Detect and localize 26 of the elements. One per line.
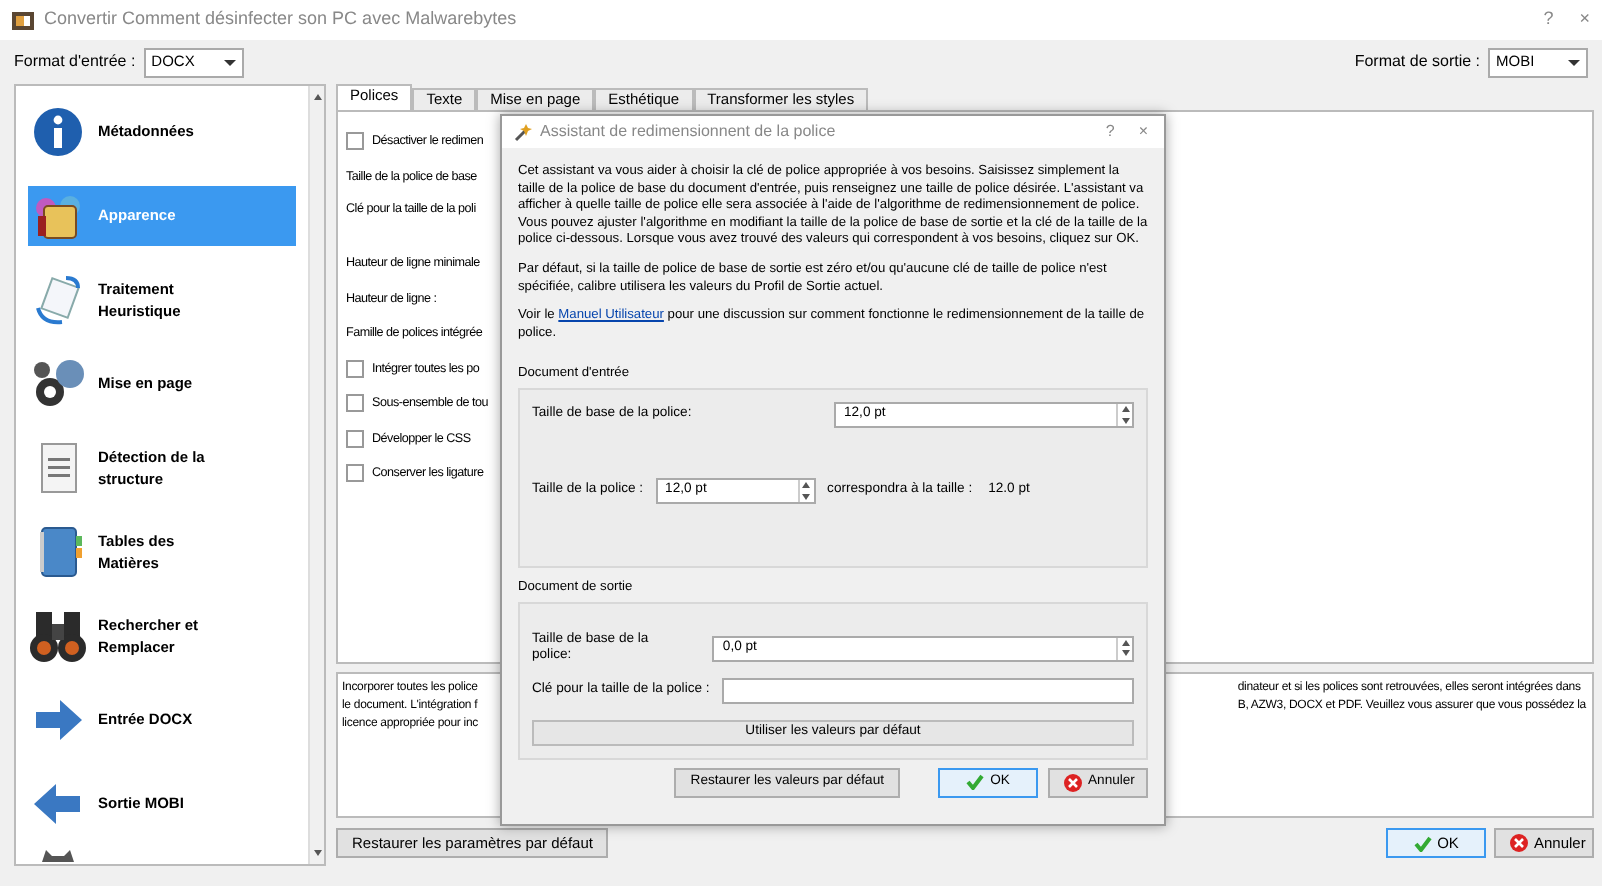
- cancel-icon: [1510, 834, 1528, 852]
- checkbox[interactable]: [346, 359, 364, 378]
- check-icon: [1413, 835, 1432, 851]
- rotate-pages-icon: [30, 272, 86, 328]
- binoculars-icon: [30, 608, 86, 664]
- checkbox[interactable]: [346, 464, 364, 483]
- caret-icon: [223, 59, 236, 65]
- caret-icon: [1568, 59, 1580, 65]
- help-button[interactable]: ?: [1105, 120, 1115, 144]
- scrollbar[interactable]: [308, 86, 324, 864]
- wand-icon: [512, 122, 532, 142]
- checkbox[interactable]: [346, 429, 364, 448]
- cancel-icon: [1064, 773, 1082, 792]
- info-icon: [30, 104, 86, 160]
- dialog-title: Assistant de redimensionnent de la police: [540, 120, 836, 144]
- app-icon: [12, 9, 34, 31]
- help-button[interactable]: ?: [1543, 6, 1554, 34]
- close-button[interactable]: ×: [1138, 120, 1148, 144]
- checkbox[interactable]: [346, 132, 364, 151]
- close-button[interactable]: ×: [1579, 6, 1590, 34]
- check-icon: [966, 774, 985, 791]
- output-format-label: Format de sortie :: [1354, 50, 1480, 74]
- checkbox[interactable]: [346, 394, 364, 413]
- input-format-label: Format d'entrée :: [14, 50, 136, 74]
- text-field[interactable]: [721, 677, 1134, 704]
- window-title: Convertir Comment désinfecter son PC avec Malwarebytes: [44, 6, 517, 33]
